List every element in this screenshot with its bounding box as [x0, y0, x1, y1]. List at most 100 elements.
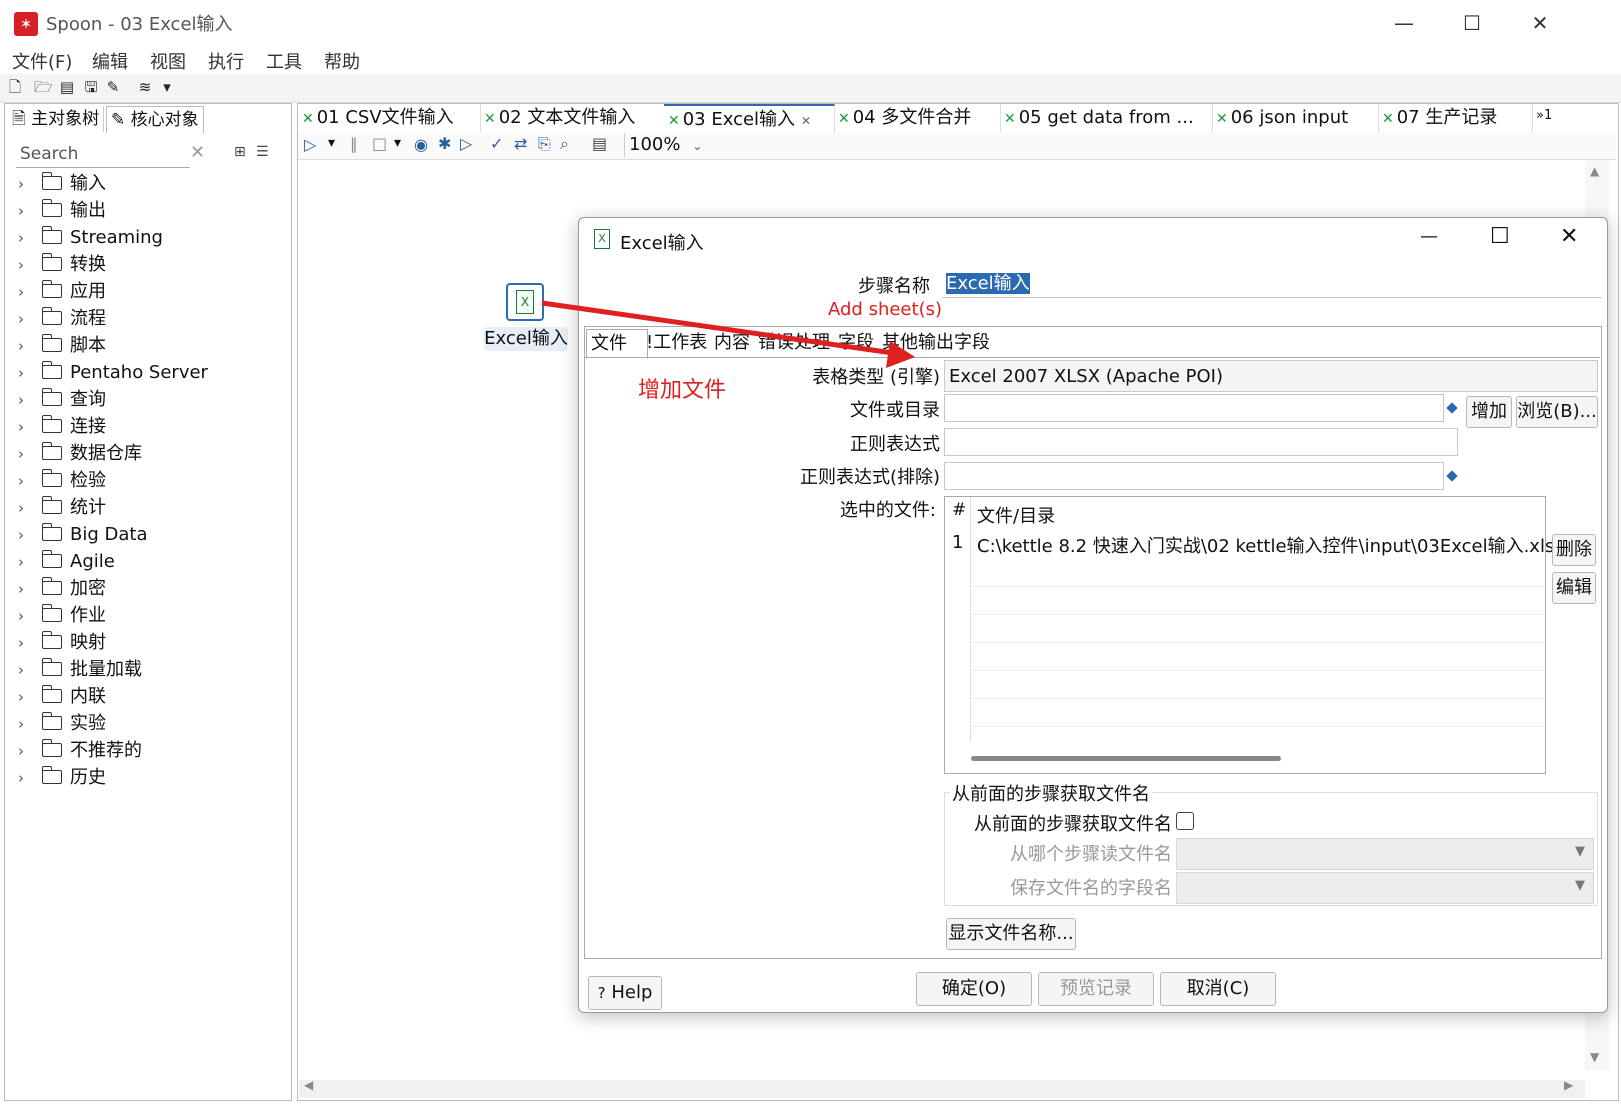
debug-icon[interactable]: ✱ — [438, 134, 451, 153]
stop-options-icon[interactable]: ▾ — [394, 135, 401, 151]
tree-item[interactable]: › 映射 — [18, 630, 106, 656]
tab-main-tree[interactable]: 🗎 主对象树 — [8, 106, 105, 132]
dialog-maximize-icon[interactable]: ☐ — [1490, 224, 1510, 249]
tree-item[interactable]: › Big Data — [18, 522, 147, 548]
tree-item[interactable]: › 输出 — [18, 198, 106, 224]
verify-icon[interactable]: ✓ — [490, 134, 503, 153]
close-tab-icon[interactable]: ✕ — [801, 114, 811, 128]
more-tabs[interactable]: »1 — [1536, 108, 1552, 123]
tab-content[interactable]: 内容 — [714, 329, 750, 357]
tab-transformation[interactable]: ✕ 06 json input — [1212, 104, 1379, 132]
tab-core-objects[interactable]: ✎ 核心对象 — [106, 106, 204, 133]
dialog-minimize-icon[interactable]: — — [1420, 226, 1438, 247]
tab-transformation[interactable]: ✕ 05 get data from ... — [1000, 104, 1213, 132]
tab-transformation[interactable]: ✕ 02 文本文件输入 — [480, 104, 665, 132]
clear-search-icon[interactable]: ✕ — [190, 142, 205, 163]
help-button[interactable]: ? Help — [588, 976, 662, 1010]
ok-button[interactable]: 确定(O) — [916, 972, 1032, 1006]
scroll-left-icon[interactable]: ◀ — [304, 1078, 313, 1092]
run-options-icon[interactable]: ▾ — [328, 135, 335, 151]
menu-file[interactable]: 文件(F) — [12, 48, 72, 74]
tree-item[interactable]: › 作业 — [18, 603, 106, 629]
menu-run[interactable]: 执行 — [208, 48, 244, 74]
dialog-close-icon[interactable]: ✕ — [1560, 224, 1578, 249]
scroll-up-icon[interactable]: ▲ — [1590, 164, 1599, 178]
tab-transformation[interactable]: ✕ 03 Excel输入 ✕ — [664, 104, 835, 134]
tab-fields[interactable]: 字段 — [838, 329, 874, 357]
tree-item[interactable]: › 检验 — [18, 468, 106, 494]
preview-button[interactable]: 预览记录 — [1038, 972, 1154, 1006]
tree-item[interactable]: › 查询 — [18, 387, 106, 413]
engine-select[interactable]: Excel 2007 XLSX (Apache POI) — [944, 360, 1598, 392]
expand-all-icon[interactable]: ⊞ — [234, 144, 246, 160]
tab-transformation[interactable]: ✕ 01 CSV文件输入 — [298, 104, 481, 132]
close-icon[interactable]: ✕ — [1520, 6, 1560, 40]
tree-item[interactable]: › 输入 — [18, 171, 106, 197]
tree-item[interactable]: › 连接 — [18, 414, 106, 440]
minimize-icon[interactable]: — — [1384, 6, 1424, 40]
menu-view[interactable]: 视图 — [150, 48, 186, 74]
tree-item[interactable]: › 数据仓库 — [18, 441, 142, 467]
table-hscroll-thumb[interactable] — [971, 756, 1281, 761]
tab-transformation[interactable]: ✕ 04 多文件合并 — [834, 104, 1001, 132]
run-icon[interactable]: ▷ — [304, 135, 316, 154]
horizontal-scrollbar[interactable] — [299, 1080, 1585, 1098]
save-as-icon[interactable]: ✎ — [104, 78, 122, 96]
pause-icon[interactable]: ‖ — [350, 135, 358, 153]
explore-db-icon[interactable]: ⌕ — [560, 134, 569, 154]
scroll-down-icon[interactable]: ▼ — [1590, 1050, 1599, 1064]
maximize-icon[interactable]: ☐ — [1452, 6, 1492, 40]
collapse-all-icon[interactable]: ☰ — [256, 144, 269, 160]
tree-item[interactable]: › 转换 — [18, 252, 106, 278]
browse-button[interactable]: 浏览(B)... — [1516, 396, 1598, 428]
table-row-path[interactable]: C:\kettle 8.2 快速入门实战\02 kettle输入控件\input… — [977, 532, 1565, 558]
layers-icon[interactable]: ≋ — [136, 78, 154, 96]
tab-transformation[interactable]: ✕ 07 生产记录 — [1378, 104, 1533, 132]
menu-edit[interactable]: 编辑 — [92, 48, 128, 74]
sql-icon[interactable]: ⎘ — [538, 134, 551, 154]
regex-exclude-field[interactable] — [944, 462, 1444, 490]
show-filenames-button[interactable]: 显示文件名称... — [946, 918, 1076, 950]
tree-item[interactable]: › 不推荐的 — [18, 738, 142, 764]
preview-icon[interactable]: ◉ — [414, 135, 428, 154]
menu-tools[interactable]: 工具 — [266, 48, 302, 74]
table-row-index[interactable]: 1 — [952, 532, 963, 553]
align-icon[interactable]: ▤ — [592, 134, 607, 153]
tab-error-handling[interactable]: 错误处理 — [758, 329, 830, 357]
tree-item[interactable]: › 应用 — [18, 279, 106, 305]
scroll-right-icon[interactable]: ▶ — [1564, 1078, 1573, 1092]
previous-step-checkbox[interactable] — [1176, 812, 1194, 830]
tree-item[interactable]: › 加密 — [18, 576, 106, 602]
replay-icon[interactable]: ▷ — [460, 134, 472, 153]
tree-item[interactable]: › 统计 — [18, 495, 106, 521]
add-button[interactable]: 增加 — [1466, 396, 1512, 428]
tree-item[interactable]: › Pentaho Server — [18, 360, 208, 386]
menu-help[interactable]: 帮助 — [324, 48, 360, 74]
tree-item[interactable]: › 批量加载 — [18, 657, 142, 683]
regex-field[interactable] — [944, 428, 1458, 456]
tree-item[interactable]: › Agile — [18, 549, 115, 575]
filename-field-select[interactable]: ▼ — [1176, 872, 1594, 904]
new-file-icon[interactable]: 🗋 — [6, 78, 24, 96]
zoom-select[interactable]: 100% ⌄ — [624, 133, 705, 157]
search-input[interactable]: Search — [16, 141, 190, 168]
edit-button[interactable]: 编辑 — [1552, 572, 1596, 604]
which-step-select[interactable]: ▼ — [1176, 838, 1594, 870]
tree-item[interactable]: › 流程 — [18, 306, 106, 332]
cancel-button[interactable]: 取消(C) — [1160, 972, 1276, 1006]
tree-item[interactable]: › 内联 — [18, 684, 106, 710]
tree-item[interactable]: › 历史 — [18, 765, 106, 791]
chevron-down-icon[interactable]: ▾ — [158, 78, 176, 96]
tab-file[interactable]: 文件 — [586, 329, 648, 359]
delete-button[interactable]: 删除 — [1552, 534, 1596, 566]
stop-icon[interactable]: □ — [372, 134, 387, 153]
tree-item[interactable]: › 脚本 — [18, 333, 106, 359]
tree-item[interactable]: › 实验 — [18, 711, 106, 737]
excel-input-step[interactable]: X — [506, 283, 544, 321]
explore-repository-icon[interactable]: ▤ — [58, 78, 76, 96]
step-name-field[interactable]: Excel输入 — [942, 270, 1602, 298]
file-or-dir-field[interactable] — [944, 394, 1444, 422]
tree-item[interactable]: › Streaming — [18, 225, 163, 251]
impact-icon[interactable]: ⇄ — [514, 134, 527, 153]
save-icon[interactable]: 🖫 — [82, 78, 100, 96]
